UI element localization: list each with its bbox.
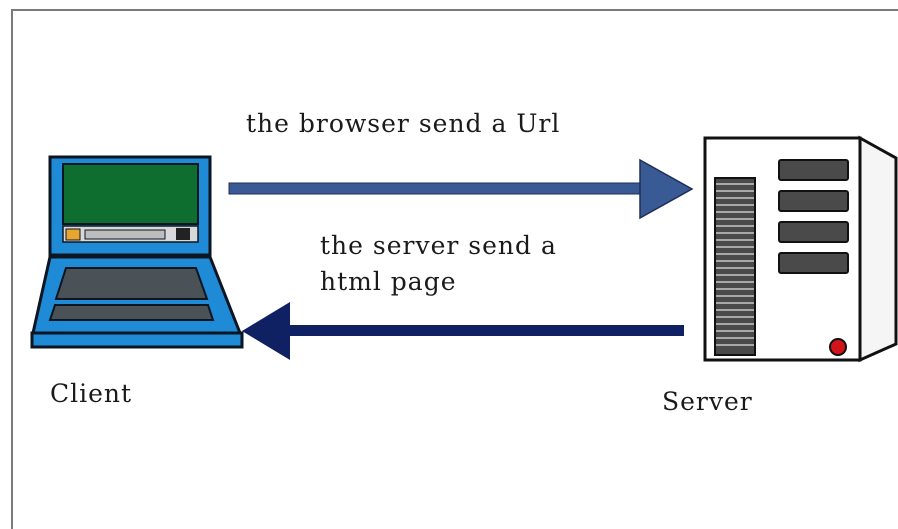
server-tower-icon bbox=[703, 135, 898, 363]
